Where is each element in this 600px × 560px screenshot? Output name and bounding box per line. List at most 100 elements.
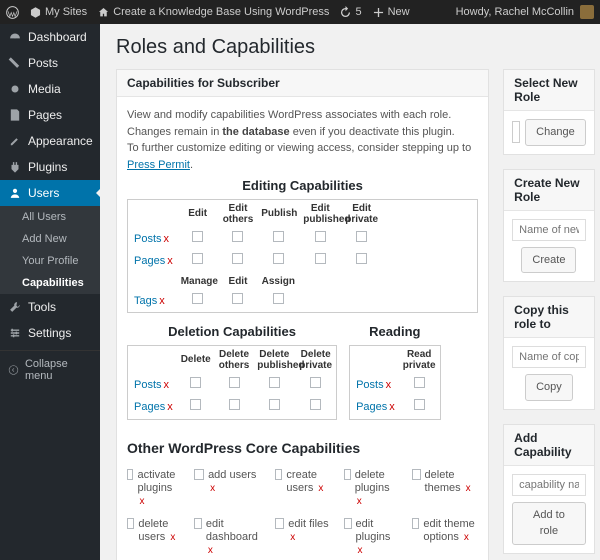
cap-checkbox[interactable] (273, 231, 284, 242)
submenu-your-profile[interactable]: Your Profile (0, 250, 100, 272)
submenu-add-new[interactable]: Add New (0, 228, 100, 250)
cap-checkbox[interactable] (269, 377, 280, 388)
cap-row-label[interactable]: Posts (356, 379, 384, 391)
remove-icon[interactable]: x (357, 496, 362, 507)
menu-tools[interactable]: Tools (0, 294, 100, 320)
create-role-input[interactable] (512, 219, 586, 241)
remove-icon[interactable]: x (210, 483, 215, 494)
cap-checkbox[interactable] (273, 293, 284, 304)
core-cap-checkbox[interactable] (344, 469, 351, 480)
core-cap-label: delete plugins x (355, 469, 399, 509)
collapse-menu[interactable]: Collapse menu (0, 350, 100, 389)
editing-title: Editing Capabilities (127, 173, 478, 199)
remove-icon[interactable]: x (358, 545, 363, 556)
core-cap-label: activate plugins x (137, 469, 179, 509)
cap-checkbox[interactable] (356, 231, 367, 242)
submenu-all-users[interactable]: All Users (0, 206, 100, 228)
remove-icon[interactable]: x (164, 379, 170, 391)
cap-checkbox[interactable] (414, 399, 425, 410)
cap-checkbox[interactable] (414, 377, 425, 388)
remove-icon[interactable]: x (170, 532, 175, 543)
updates[interactable]: 5 (339, 6, 361, 19)
desc-line-2: To further customize editing or viewing … (127, 140, 478, 173)
my-sites[interactable]: My Sites (29, 6, 87, 19)
new-content[interactable]: New (372, 6, 410, 19)
other-caps-title: Other WordPress Core Capabilities (127, 438, 478, 459)
avatar[interactable] (580, 5, 594, 19)
remove-icon[interactable]: x (167, 401, 173, 413)
cap-checkbox[interactable] (232, 253, 243, 264)
remove-icon[interactable]: x (464, 532, 469, 543)
cap-row-label[interactable]: Tags (134, 295, 157, 307)
remove-icon[interactable]: x (159, 295, 165, 307)
cap-checkbox[interactable] (269, 399, 280, 410)
site-name[interactable]: Create a Knowledge Base Using WordPress (97, 6, 329, 19)
cap-row-label[interactable]: Pages (134, 255, 165, 267)
menu-settings[interactable]: Settings (0, 320, 100, 346)
menu-users[interactable]: Users (0, 180, 100, 206)
core-cap-label: edit files x (288, 518, 329, 544)
cap-checkbox[interactable] (315, 253, 326, 264)
core-cap-label: delete users x (138, 518, 180, 544)
press-permit-link[interactable]: Press Permit (127, 159, 190, 171)
cap-checkbox[interactable] (232, 231, 243, 242)
create-button[interactable]: Create (521, 247, 576, 274)
menu-media[interactable]: Media (0, 76, 100, 102)
cap-checkbox[interactable] (192, 253, 203, 264)
cap-checkbox[interactable] (229, 399, 240, 410)
remove-icon[interactable]: x (318, 483, 323, 494)
remove-icon[interactable]: x (167, 255, 173, 267)
reading-title: Reading (349, 319, 441, 345)
remove-icon[interactable]: x (139, 496, 144, 507)
add-cap-button[interactable]: Add to role (512, 502, 586, 545)
desc-line-1: View and modify capabilities WordPress a… (127, 107, 478, 140)
core-cap-checkbox[interactable] (344, 518, 352, 529)
change-button[interactable]: Change (525, 119, 586, 146)
cap-checkbox[interactable] (232, 293, 243, 304)
remove-icon[interactable]: x (208, 545, 213, 556)
cap-checkbox[interactable] (229, 377, 240, 388)
core-cap-checkbox[interactable] (194, 469, 204, 480)
menu-plugins[interactable]: Plugins (0, 154, 100, 180)
cap-checkbox[interactable] (190, 399, 201, 410)
caps-panel-head: Capabilities for Subscriber (117, 70, 488, 97)
remove-icon[interactable]: x (389, 401, 395, 413)
remove-icon[interactable]: x (386, 379, 392, 391)
cap-row-label[interactable]: Pages (134, 401, 165, 413)
menu-posts[interactable]: Posts (0, 50, 100, 76)
remove-icon[interactable]: x (466, 483, 471, 494)
core-cap-checkbox[interactable] (127, 518, 134, 529)
cap-checkbox[interactable] (190, 377, 201, 388)
core-cap-checkbox[interactable] (412, 469, 420, 480)
cap-row-label[interactable]: Posts (134, 379, 162, 391)
copy-role-input[interactable] (512, 346, 586, 368)
menu-dashboard[interactable]: Dashboard (0, 24, 100, 50)
core-cap-checkbox[interactable] (412, 518, 419, 529)
cap-row-label[interactable]: Posts (134, 233, 162, 245)
cap-checkbox[interactable] (315, 231, 326, 242)
cap-checkbox[interactable] (192, 231, 203, 242)
cap-checkbox[interactable] (310, 399, 321, 410)
remove-icon[interactable]: x (290, 532, 295, 543)
cap-row-label[interactable]: Pages (356, 401, 387, 413)
cap-checkbox[interactable] (356, 253, 367, 264)
copy-button[interactable]: Copy (525, 374, 573, 401)
add-cap-input[interactable] (512, 474, 586, 496)
menu-appearance[interactable]: Appearance (0, 128, 100, 154)
remove-icon[interactable]: x (164, 233, 170, 245)
core-cap-label: edit theme options x (423, 518, 478, 544)
core-cap-checkbox[interactable] (127, 469, 133, 480)
howdy[interactable]: Howdy, Rachel McCollin (456, 6, 574, 18)
cap-checkbox[interactable] (192, 293, 203, 304)
core-cap-checkbox[interactable] (275, 469, 283, 480)
wp-logo[interactable] (6, 6, 19, 19)
cap-checkbox[interactable] (310, 377, 321, 388)
core-cap-label: edit dashboard x (206, 518, 261, 558)
core-cap-label: edit plugins x (356, 518, 399, 558)
menu-pages[interactable]: Pages (0, 102, 100, 128)
core-cap-checkbox[interactable] (275, 518, 284, 529)
role-select[interactable]: Subscriber (512, 121, 520, 143)
cap-checkbox[interactable] (273, 253, 284, 264)
core-cap-checkbox[interactable] (194, 518, 202, 529)
submenu-capabilities[interactable]: Capabilities (0, 272, 100, 294)
